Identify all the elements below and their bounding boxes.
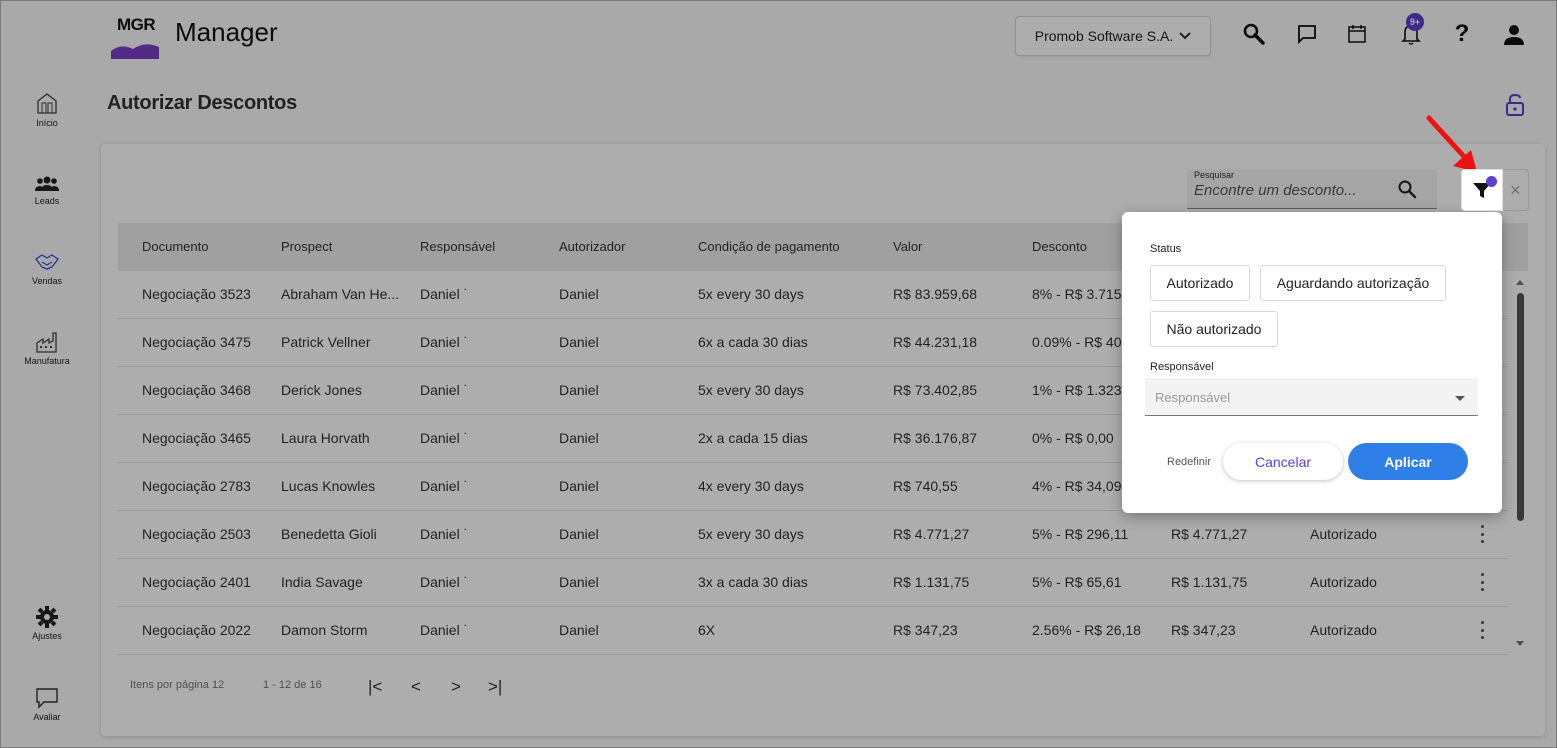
- app-frame: MGR Manager Promob Software S.A. 9+ ? In…: [0, 0, 1557, 748]
- filter-button-active[interactable]: [1461, 169, 1503, 211]
- status-chip-nao-autorizado[interactable]: Não autorizado: [1150, 311, 1278, 347]
- responsavel-label: Responsável: [1150, 361, 1214, 373]
- filter-active-dot: [1486, 176, 1497, 187]
- dropdown-arrow-icon: [1455, 396, 1465, 401]
- reset-button[interactable]: Redefinir: [1167, 456, 1211, 468]
- cancel-button[interactable]: Cancelar: [1223, 443, 1343, 480]
- status-label: Status: [1150, 243, 1182, 255]
- filter-popover: Status Autorizado Aguardando autorização…: [1122, 212, 1502, 513]
- status-chip-aguardando[interactable]: Aguardando autorização: [1260, 265, 1446, 301]
- apply-button[interactable]: Aplicar: [1348, 443, 1468, 480]
- responsavel-select[interactable]: Responsável: [1145, 378, 1478, 416]
- status-chip-autorizado[interactable]: Autorizado: [1150, 265, 1250, 301]
- responsavel-placeholder: Responsável: [1155, 390, 1231, 405]
